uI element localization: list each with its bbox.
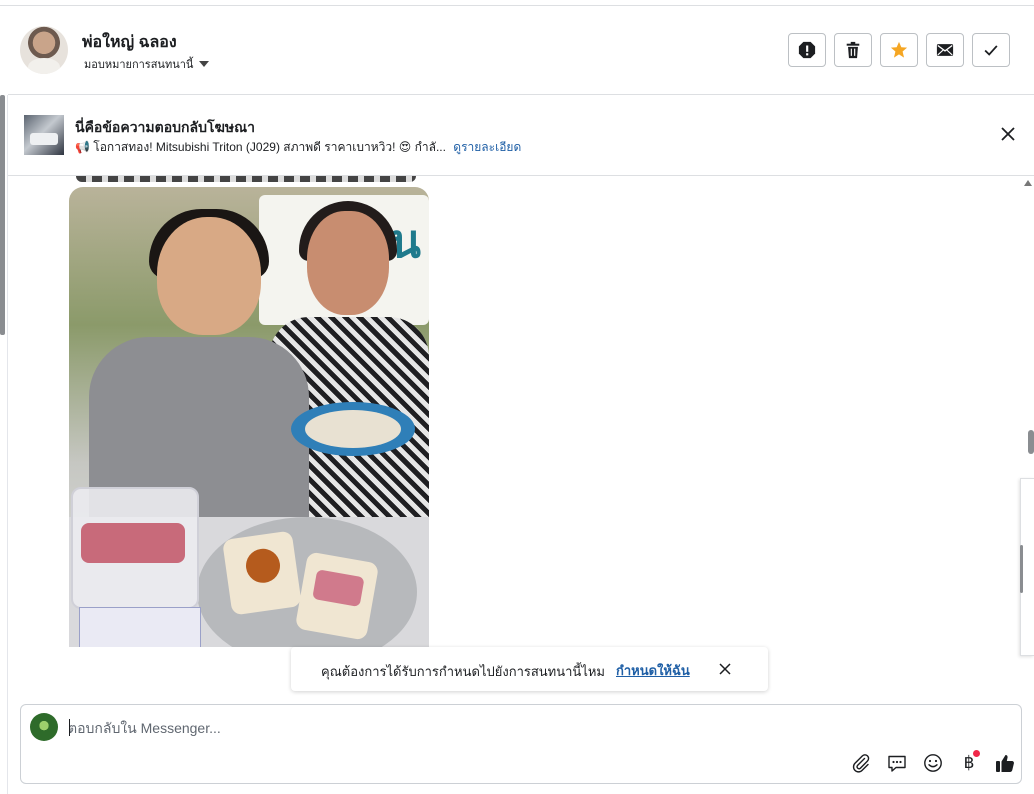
ad-details-link[interactable]: ดูรายละเอียด — [453, 140, 521, 154]
assign-to-me-link[interactable]: กำหนดให้ฉัน — [616, 660, 690, 681]
assign-notice-text: คุณต้องการได้รับการกำหนดไปยังการสนทนานี้… — [321, 664, 605, 679]
thumbs-up-icon — [996, 755, 1014, 772]
photo-woman-face — [307, 211, 389, 315]
contact-name[interactable]: พ่อใหญ่ ฉลอง — [82, 30, 177, 55]
paperclip-icon — [852, 754, 870, 773]
contact-avatar[interactable] — [20, 26, 68, 74]
reply-composer: ฿ — [20, 704, 1022, 784]
ad-description: 📢 โอกาสทอง! Mitsubishi Triton (J029) สภา… — [75, 140, 446, 154]
photo-bread — [222, 530, 302, 616]
side-panel-scrollbar-thumb[interactable] — [1020, 545, 1023, 593]
notification-dot — [973, 750, 980, 757]
envelope-icon — [936, 44, 954, 56]
mark-done-button[interactable] — [972, 33, 1010, 67]
assign-notice: คุณต้องการได้รับการกำหนดไปยังการสนทนานี้… — [291, 647, 768, 691]
baht-icon: ฿ — [963, 753, 975, 773]
emoji-button[interactable] — [921, 751, 945, 775]
saved-reply-icon — [888, 755, 906, 772]
thumbs-up-button[interactable] — [993, 751, 1017, 775]
delete-button[interactable] — [834, 33, 872, 67]
page-avatar — [30, 713, 58, 741]
header-actions — [788, 33, 1010, 67]
close-icon[interactable] — [718, 662, 732, 676]
exclamation-icon — [798, 41, 816, 59]
star-button[interactable] — [880, 33, 918, 67]
previous-image-edge — [76, 176, 416, 182]
ad-reply-banner: นี่คือข้อความตอบกลับโฆษณา 📢 โอกาสทอง! Mi… — [8, 95, 1034, 176]
photo-container — [71, 487, 199, 609]
photo-plate — [291, 402, 415, 456]
photo-bread — [294, 551, 380, 641]
star-icon — [890, 41, 908, 58]
conversation-header: พ่อใหญ่ ฉลอง มอบหมายการสนทนานี้ — [8, 6, 1034, 95]
report-spam-button[interactable] — [788, 33, 826, 67]
close-icon[interactable] — [1000, 126, 1016, 142]
ad-thumbnail[interactable] — [24, 115, 64, 155]
checkmark-icon — [984, 45, 998, 56]
payment-button[interactable]: ฿ — [957, 750, 981, 775]
text-cursor — [69, 719, 70, 736]
left-scrollbar-thumb[interactable] — [0, 95, 5, 335]
attach-button[interactable] — [849, 751, 873, 775]
emoji-icon — [924, 754, 942, 772]
message-photo[interactable]: ดื่มน — [69, 187, 429, 647]
assign-conversation-dropdown[interactable]: มอบหมายการสนทนานี้ — [84, 55, 210, 73]
assign-label: มอบหมายการสนทนานี้ — [84, 59, 194, 71]
mark-unread-button[interactable] — [926, 33, 964, 67]
reply-input[interactable] — [68, 717, 828, 739]
saved-replies-button[interactable] — [885, 751, 909, 775]
caret-down-icon — [199, 61, 210, 67]
ad-banner-title: นี่คือข้อความตอบกลับโฆษณา — [75, 119, 255, 135]
photo-package — [79, 607, 201, 647]
ad-banner-subtitle: 📢 โอกาสทอง! Mitsubishi Triton (J029) สภา… — [75, 138, 521, 157]
message-thread[interactable]: ดื่มน คุณต้องการได้รับการกำหนดไปยังการสน… — [8, 176, 1022, 702]
scroll-up-arrow-icon[interactable] — [1024, 180, 1032, 186]
photo-girl-face — [157, 217, 261, 335]
composer-tools: ฿ — [849, 750, 1017, 775]
trash-icon — [846, 41, 860, 59]
thread-scrollbar-thumb[interactable] — [1028, 430, 1034, 454]
